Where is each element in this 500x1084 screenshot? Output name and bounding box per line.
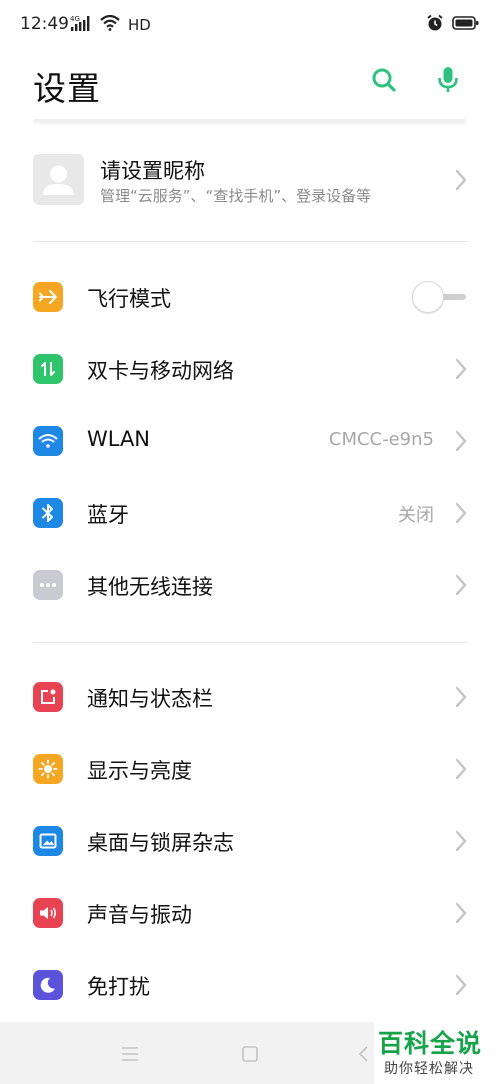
account-name: 请设置昵称 (100, 159, 205, 183)
section-divider (33, 241, 467, 242)
settings-item-label: WLAN (87, 427, 151, 451)
home-button[interactable] (238, 1042, 262, 1066)
chevron-right-icon (455, 758, 467, 780)
home-icon (242, 1046, 258, 1062)
alarm-icon (426, 14, 444, 36)
bluetooth-status: 关闭 (398, 505, 434, 526)
chevron-right-icon (455, 902, 467, 924)
bluetooth-icon (33, 498, 63, 528)
search-button[interactable] (368, 64, 400, 96)
back-icon (358, 1046, 368, 1062)
dual-sim-icon (33, 354, 63, 384)
watermark-title: 百科全说 (378, 1029, 483, 1058)
svg-text:4G: 4G (70, 15, 80, 23)
settings-item-label: 飞行模式 (87, 287, 171, 311)
chevron-right-icon (455, 502, 467, 524)
airplane-icon (33, 282, 63, 312)
settings-item-other-wireless[interactable]: 其他无线连接 (0, 549, 500, 621)
voice-search-button[interactable] (432, 64, 464, 96)
avatar (33, 154, 84, 205)
settings-item-label: 声音与振动 (87, 903, 192, 927)
wallpaper-icon (33, 826, 63, 856)
settings-item-label: 通知与状态栏 (87, 687, 213, 711)
settings-item-sound[interactable]: 声音与振动 (0, 877, 500, 949)
sound-icon (33, 898, 63, 928)
more-connections-icon (33, 570, 63, 600)
settings-item-do-not-disturb[interactable]: 免打扰 (0, 949, 500, 1021)
status-bar: 12:49 4G HD (0, 0, 500, 50)
chevron-right-icon (455, 358, 467, 380)
settings-item-bluetooth[interactable]: 蓝牙 关闭 (0, 477, 500, 549)
chevron-right-icon (455, 430, 467, 452)
status-left-icons: 4G HD (70, 14, 151, 36)
page-title: 设置 (33, 69, 101, 108)
wlan-network-name: CMCC-e9n5 (328, 429, 434, 450)
settings-item-label: 蓝牙 (87, 503, 129, 527)
settings-item-label: 免打扰 (87, 975, 150, 999)
hd-indicator: HD (128, 16, 151, 34)
notification-icon (33, 682, 63, 712)
wifi-icon (33, 426, 63, 456)
status-right-icons (426, 14, 480, 36)
title-bar: 设置 (0, 54, 500, 110)
chevron-right-icon (455, 974, 467, 996)
header-shadow (33, 119, 467, 125)
chevron-right-icon (455, 686, 467, 708)
account-subtitle: 管理“云服务”、“查找手机”、登录设备等 (100, 187, 372, 205)
wifi-status-icon (100, 14, 120, 35)
settings-item-label: 显示与亮度 (87, 759, 192, 783)
settings-item-wallpaper[interactable]: 桌面与锁屏杂志 (0, 805, 500, 877)
settings-item-notifications[interactable]: 通知与状态栏 (0, 661, 500, 733)
watermark-subtitle: 助你轻松解决 (384, 1061, 474, 1077)
settings-item-wlan[interactable]: WLAN CMCC-e9n5 (0, 405, 500, 477)
microphone-icon (438, 67, 458, 92)
menu-button[interactable] (118, 1042, 142, 1066)
back-button[interactable] (352, 1042, 376, 1066)
chevron-right-icon (455, 830, 467, 852)
menu-icon (122, 1047, 138, 1061)
do-not-disturb-icon (33, 970, 63, 1000)
account-row[interactable]: 请设置昵称 管理“云服务”、“查找手机”、登录设备等 (0, 140, 500, 220)
battery-icon (452, 15, 480, 35)
settings-item-label: 其他无线连接 (87, 575, 213, 599)
toggle-knob (412, 281, 444, 313)
airplane-mode-toggle[interactable] (412, 281, 468, 313)
search-icon (372, 68, 396, 92)
settings-item-display[interactable]: 显示与亮度 (0, 733, 500, 805)
settings-item-label: 桌面与锁屏杂志 (87, 831, 234, 855)
watermark: 百科全说 助你轻松解决 (374, 1022, 500, 1084)
user-avatar-icon (43, 165, 74, 195)
settings-item-dual-sim[interactable]: 双卡与移动网络 (0, 333, 500, 405)
cellular-signal-icon: 4G (70, 14, 94, 36)
brightness-icon (33, 754, 63, 784)
section-divider (33, 642, 467, 643)
settings-item-label: 双卡与移动网络 (87, 359, 234, 383)
status-time: 12:49 (20, 14, 69, 34)
chevron-right-icon (455, 574, 467, 596)
settings-item-airplane-mode[interactable]: 飞行模式 (0, 261, 500, 333)
chevron-right-icon (455, 169, 467, 191)
